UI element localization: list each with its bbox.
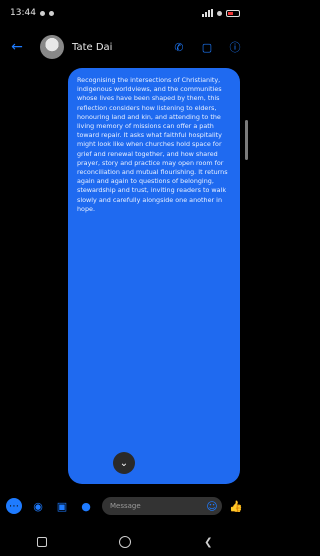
status-bar: 13:44 (0, 0, 250, 26)
like-icon[interactable]: 👍 (228, 498, 244, 514)
home-icon[interactable] (118, 535, 132, 549)
recents-icon[interactable] (35, 535, 49, 549)
notification-dot-icon (48, 10, 54, 16)
apps-icon[interactable]: ⋯ (6, 498, 22, 514)
notification-dot-icon (39, 10, 45, 16)
composer: ⋯ ◉ ▣ ● ☺ 👍 (0, 492, 250, 520)
avatar[interactable] (40, 35, 64, 59)
video-camera-icon[interactable]: ▢ (200, 40, 214, 54)
photo-icon[interactable]: ▣ (54, 498, 70, 514)
conversation-header: ← Tate Dai ✆ ▢ ⓘ (0, 30, 250, 64)
scrollbar[interactable] (245, 120, 248, 160)
emoji-icon[interactable]: ☺ (204, 498, 220, 514)
phone-icon[interactable]: ✆ (172, 40, 186, 54)
battery-icon (226, 9, 240, 17)
scroll-to-bottom-button[interactable]: ⌄ (113, 452, 135, 474)
message-text: Recognising the intersections of Christi… (77, 76, 228, 213)
chevron-down-icon: ⌄ (119, 457, 129, 469)
message-bubble[interactable]: Recognising the intersections of Christi… (68, 68, 240, 484)
signal-icon (202, 9, 213, 17)
contact-name[interactable]: Tate Dai (72, 42, 172, 53)
back-arrow-icon[interactable]: ← (8, 38, 26, 56)
chat-screen: 13:44 ← Tate Dai ✆ ▢ ⓘ Recognising the i… (0, 0, 250, 556)
wifi-icon (217, 10, 222, 16)
camera-icon[interactable]: ◉ (30, 498, 46, 514)
clock: 13:44 (10, 8, 36, 18)
navigation-bar: ❮ (0, 528, 250, 556)
back-icon[interactable]: ❮ (201, 535, 215, 549)
info-icon[interactable]: ⓘ (228, 40, 242, 54)
microphone-icon[interactable]: ● (78, 498, 94, 514)
